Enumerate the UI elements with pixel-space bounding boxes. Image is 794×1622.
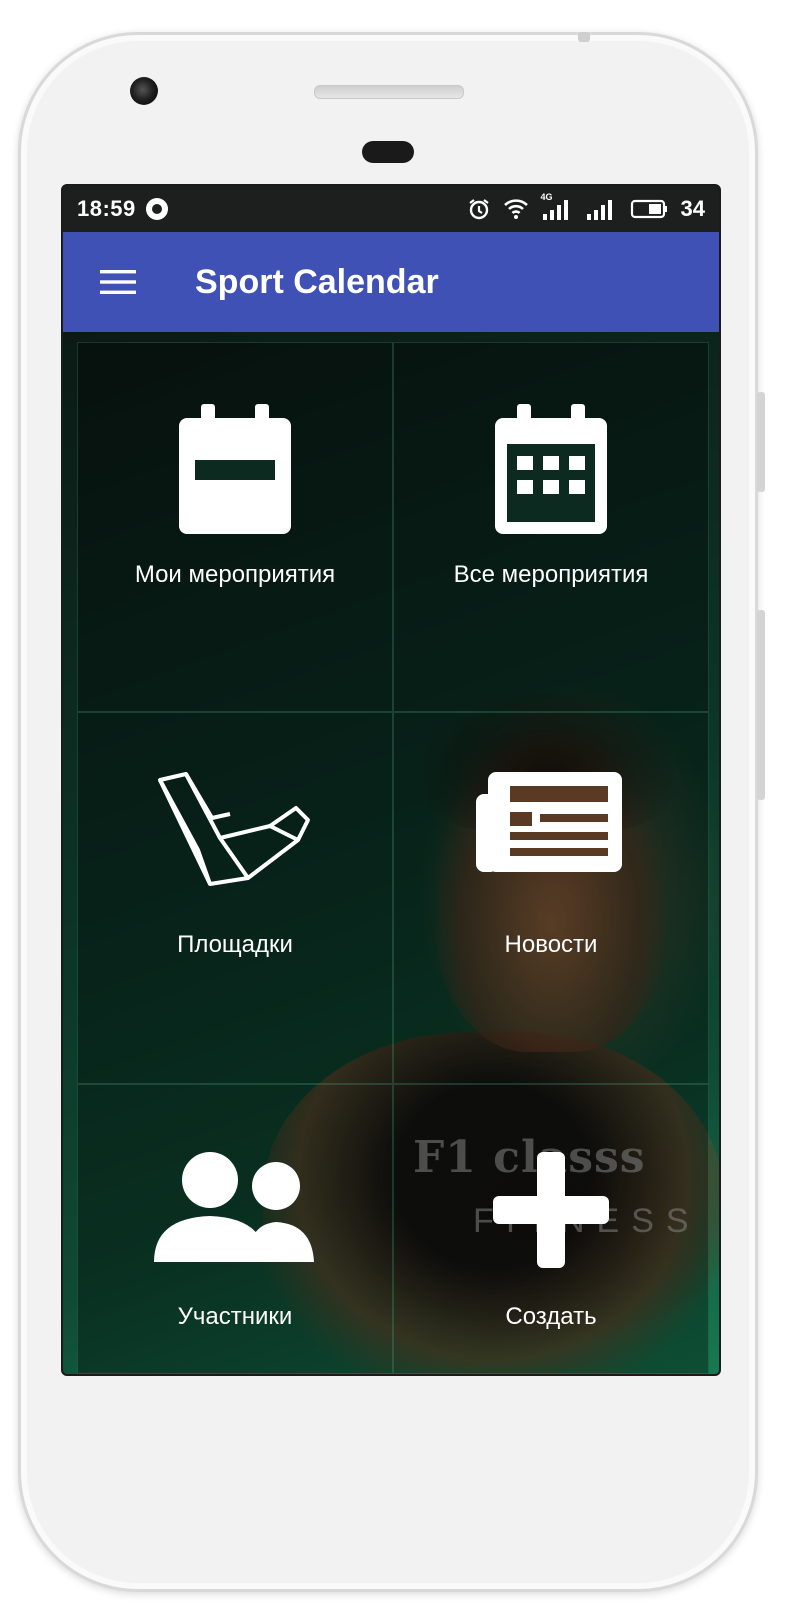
tile-all-events[interactable]: Все мероприятия	[393, 342, 709, 712]
tile-label: Площадки	[177, 931, 293, 958]
users-icon	[78, 1150, 392, 1270]
tile-label: Создать	[505, 1303, 597, 1330]
calendar-grid-icon	[394, 398, 708, 538]
proximity-sensor	[362, 141, 414, 163]
calendar-single-icon	[78, 398, 392, 538]
alarm-icon	[467, 197, 491, 221]
app-bar: Sport Calendar	[63, 232, 719, 332]
tile-label: Новости	[504, 931, 598, 958]
newspaper-icon	[394, 768, 708, 878]
status-time: 18:59	[77, 196, 136, 221]
tile-participants[interactable]: Участники	[77, 1084, 393, 1374]
tile-create[interactable]: Создать	[393, 1084, 709, 1374]
top-notch-line	[578, 32, 590, 42]
tile-my-events[interactable]: Мои мероприятия	[77, 342, 393, 712]
hamburger-menu-icon[interactable]	[83, 247, 153, 317]
status-bar: 18:59 4G 34	[63, 186, 719, 232]
app-title: Sport Calendar	[195, 262, 439, 301]
dashboard-content: F1 classs FITNESS Мои мероприятия	[63, 332, 719, 1374]
signal-4g-icon: 4G	[541, 192, 573, 220]
signal-icon	[585, 198, 617, 220]
tile-news[interactable]: Новости	[393, 712, 709, 1084]
battery-percent: 34	[680, 196, 705, 221]
menu-grid: Мои мероприятия Все мероприятия Площадки…	[77, 342, 709, 1374]
status-icons: 4G 34	[467, 192, 705, 222]
whatsapp-icon	[145, 198, 168, 220]
phone-screen: 18:59 4G 34 Sport Calendar F1 classs Мои…	[61, 184, 721, 1376]
front-camera	[130, 77, 158, 105]
earpiece-speaker	[314, 85, 464, 99]
power-button	[757, 392, 765, 492]
network-type-label: 4G	[540, 192, 553, 202]
wifi-icon	[503, 198, 529, 220]
battery-icon	[629, 198, 669, 220]
volume-button	[757, 610, 765, 800]
venues-icon	[78, 768, 392, 898]
tile-label: Участники	[177, 1303, 293, 1330]
tile-venues[interactable]: Площадки	[77, 712, 393, 1084]
tile-label: Мои мероприятия	[134, 561, 336, 588]
tile-label: Все мероприятия	[453, 561, 649, 588]
plus-icon	[394, 1150, 708, 1270]
